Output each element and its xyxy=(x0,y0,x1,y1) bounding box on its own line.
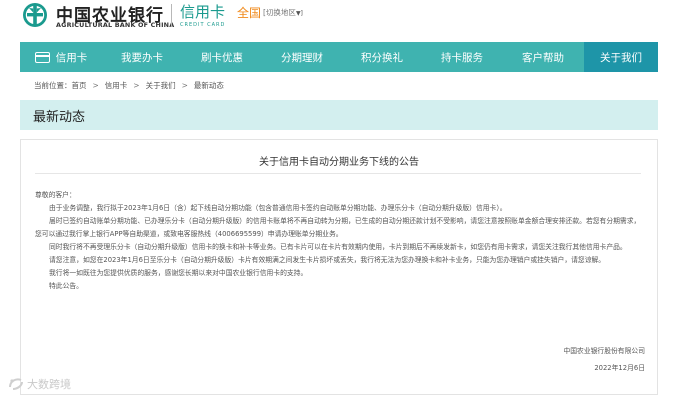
bank-name-en: AGRICULTURAL BANK OF CHINA xyxy=(56,21,175,29)
watermark-logo-icon xyxy=(9,378,23,390)
article-title: 关于信用卡自动分期业务下线的公告 xyxy=(259,157,419,168)
nav-item-label: 信用卡 xyxy=(55,51,88,64)
chevron-down-icon: ▼] xyxy=(295,10,303,17)
credit-card-icon xyxy=(34,51,50,63)
nav-item-label: 我要办卡 xyxy=(121,51,163,64)
current-region: 全国 xyxy=(237,6,262,20)
article-greeting: 尊敬的客户： xyxy=(35,191,76,199)
nav-item-label: 刷卡优惠 xyxy=(201,51,243,64)
watermark: 大数跨境 xyxy=(8,376,71,392)
article-paragraph: 我行将一如既往为您提供优质的服务，感谢您长期以来对中国农业银行信用卡的支持。 xyxy=(49,269,308,277)
nav-item-points[interactable]: 积分换礼 xyxy=(342,42,422,72)
breadcrumb-separator: > xyxy=(181,81,188,90)
nav-item-card-services[interactable]: 持卡服务 xyxy=(422,42,502,72)
nav-item-apply-card[interactable]: 我要办卡 xyxy=(102,42,182,72)
nav-item-label: 分期理财 xyxy=(281,51,323,64)
credit-card-title[interactable]: 信用卡 xyxy=(180,1,225,22)
site-header: 中国农业银行 AGRICULTURAL BANK OF CHINA 信用卡 CR… xyxy=(0,0,696,40)
breadcrumb-home[interactable]: 当前位置：首页 xyxy=(34,80,87,91)
article-paragraph: 由于业务调整，我行拟于2023年1月6日（含）起下线自动分期功能（包含普通信用卡… xyxy=(49,204,507,212)
breadcrumb: 当前位置：首页 > 信用卡 > 关于我们 > 最新动态 xyxy=(34,80,224,91)
nav-item-card-offers[interactable]: 刷卡优惠 xyxy=(182,42,262,72)
abc-logo-icon[interactable] xyxy=(22,2,48,28)
nav-item-about-us[interactable]: 关于我们 xyxy=(584,42,658,72)
region-switch-link[interactable]: [切换地区▼] xyxy=(263,7,303,18)
title-divider xyxy=(35,173,641,174)
credit-card-title-en: CREDIT CARD xyxy=(180,22,226,28)
article-paragraph: 请您注意，如您在2023年1月6日至乐分卡（自动分期升级版）卡片有效期满之间发生… xyxy=(49,256,606,264)
breadcrumb-credit-card[interactable]: 信用卡 xyxy=(105,80,128,91)
article-paragraph: 特此公告。 xyxy=(49,282,83,290)
article-body: 尊敬的客户： 由于业务调整，我行拟于2023年1月6日（含）起下线自动分期功能（… xyxy=(35,189,647,293)
nav-item-label: 持卡服务 xyxy=(441,51,483,64)
article-panel: 关于信用卡自动分期业务下线的公告 尊敬的客户： 由于业务调整，我行拟于2023年… xyxy=(20,139,658,395)
header-divider xyxy=(171,4,172,26)
region-switch-label: [切换地区 xyxy=(263,8,296,17)
nav-item-label: 积分换礼 xyxy=(361,51,403,64)
signature-date: 2022年12月6日 xyxy=(594,364,645,372)
article-paragraph: 届时已签约自动账单分期功能、已办理乐分卡（自动分期升级版）的信用卡账单将不再自动… xyxy=(35,217,641,238)
nav-item-label: 关于我们 xyxy=(600,51,642,64)
breadcrumb-separator: > xyxy=(92,81,99,90)
breadcrumb-current: 最新动态 xyxy=(193,81,224,90)
nav-item-credit-card[interactable]: 信用卡 xyxy=(20,42,102,72)
watermark-text: 大数跨境 xyxy=(27,378,71,391)
breadcrumb-separator: > xyxy=(133,81,140,90)
section-title: 最新动态 xyxy=(33,110,86,125)
signature-organization: 中国农业银行股份有限公司 xyxy=(563,347,645,355)
article-paragraph: 同时我行将不再受理乐分卡（自动分期升级版）信用卡的换卡和补卡等业务。已有卡片可以… xyxy=(49,243,627,251)
section-header: 最新动态 xyxy=(20,100,658,130)
nav-item-installments[interactable]: 分期理财 xyxy=(262,42,342,72)
nav-item-label: 客户帮助 xyxy=(522,51,564,64)
main-nav: 信用卡 我要办卡 刷卡优惠 分期理财 积分换礼 持卡服务 客户帮助 关于我们 xyxy=(20,42,658,72)
breadcrumb-about-us[interactable]: 关于我们 xyxy=(146,80,176,91)
nav-item-customer-help[interactable]: 客户帮助 xyxy=(502,42,584,72)
